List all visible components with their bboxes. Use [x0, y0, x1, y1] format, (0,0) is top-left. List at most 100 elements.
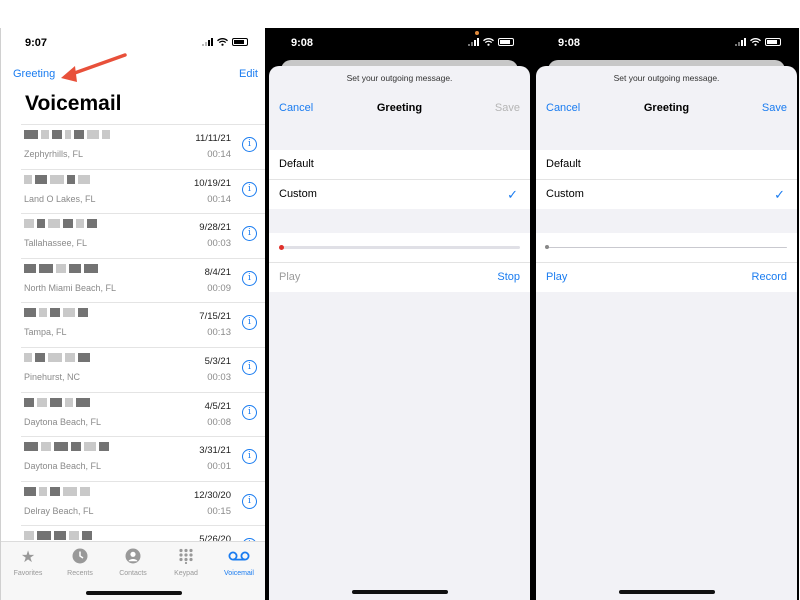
- option-label: Custom: [546, 188, 584, 200]
- option-default[interactable]: Default: [536, 150, 797, 179]
- voicemail-date: 3/31/21: [199, 445, 231, 457]
- edit-button[interactable]: Edit: [239, 68, 258, 80]
- redacted-caller: [24, 352, 124, 362]
- info-icon[interactable]: i: [242, 270, 257, 286]
- status-time: 9:07: [25, 37, 48, 49]
- wifi-icon: [217, 38, 228, 46]
- greeting-sheet: Set your outgoing message. Greeting Canc…: [269, 66, 530, 600]
- playback-scrubber[interactable]: [536, 233, 797, 262]
- voicemail-row[interactable]: Tampa, FL 7/15/21 00:13 i: [21, 302, 266, 347]
- voicemail-list: Zephyrhills, FL 11/11/21 00:14 i Land O …: [1, 124, 266, 570]
- tab-contacts[interactable]: Contacts: [108, 548, 158, 577]
- cancel-button[interactable]: Cancel: [546, 102, 580, 114]
- recording-indicator: [279, 245, 284, 250]
- redacted-caller: [24, 486, 124, 496]
- info-icon[interactable]: i: [242, 359, 257, 375]
- voicemail-row[interactable]: North Miami Beach, FL 8/4/21 00:09 i: [21, 257, 266, 303]
- cellular-signal-icon: [468, 38, 479, 46]
- tab-label: Contacts: [119, 570, 147, 577]
- battery-icon: [232, 38, 248, 46]
- person-icon: [108, 548, 158, 568]
- option-default[interactable]: Default: [269, 150, 530, 179]
- cellular-signal-icon: [202, 38, 213, 46]
- voicemail-location: Tallahassee, FL: [24, 238, 88, 249]
- tab-label: Favorites: [13, 570, 43, 577]
- redacted-caller: [24, 130, 124, 139]
- voicemail-row[interactable]: Daytona Beach, FL 4/5/21 00:08 i: [21, 391, 266, 437]
- play-button[interactable]: Play: [279, 263, 300, 292]
- redacted-caller: [24, 174, 124, 184]
- voicemail-duration: 00:14: [207, 149, 231, 160]
- recording-controls: Play Stop: [269, 233, 530, 292]
- cancel-button[interactable]: Cancel: [279, 102, 313, 114]
- info-icon[interactable]: i: [242, 226, 257, 242]
- tab-favorites[interactable]: ★ Favorites: [3, 548, 53, 577]
- voicemail-row[interactable]: Pinehurst, NC 5/3/21 00:03 i: [21, 346, 266, 392]
- voicemail-date: 7/15/21: [199, 311, 231, 323]
- voicemail-duration: 00:14: [207, 193, 231, 205]
- voicemail-location: North Miami Beach, FL: [24, 282, 117, 293]
- tab-label: Voicemail: [224, 570, 254, 577]
- voicemail-duration: 00:03: [207, 371, 231, 383]
- voicemail-date: 9/28/21: [199, 222, 231, 234]
- voicemail-duration: 00:09: [207, 282, 231, 294]
- battery-icon: [498, 38, 514, 46]
- greeting-options: Default Custom ✓: [269, 150, 530, 209]
- cellular-signal-icon: [735, 38, 746, 46]
- greeting-sheet: Set your outgoing message. Greeting Canc…: [536, 66, 797, 600]
- greeting-button[interactable]: Greeting: [13, 68, 55, 80]
- voicemail-location: Zephyrhills, FL: [24, 149, 84, 159]
- voicemail-duration: 00:13: [207, 327, 231, 339]
- voicemail-location: Land O Lakes, FL: [24, 193, 96, 204]
- save-button[interactable]: Save: [495, 102, 520, 114]
- checkmark-icon: ✓: [774, 187, 785, 202]
- option-custom[interactable]: Custom ✓: [269, 179, 530, 209]
- checkmark-icon: ✓: [507, 187, 518, 202]
- tab-bar: ★ Favorites Recents Contacts Keypad Voic…: [1, 541, 266, 600]
- play-button[interactable]: Play: [546, 263, 567, 292]
- tab-voicemail[interactable]: Voicemail: [214, 548, 264, 577]
- voicemail-screen: 9:07 Greeting Edit Voicemail Zephyrhills…: [0, 28, 266, 600]
- recording-controls: Play Record: [536, 233, 797, 292]
- info-icon[interactable]: i: [242, 315, 257, 331]
- record-button[interactable]: Record: [752, 263, 787, 292]
- stop-button[interactable]: Stop: [497, 263, 520, 292]
- recording-progress[interactable]: [269, 233, 530, 262]
- voicemail-location: Delray Beach, FL: [24, 505, 94, 516]
- info-icon[interactable]: i: [242, 493, 257, 509]
- voicemail-row[interactable]: Tallahassee, FL 9/28/21 00:03 i: [21, 213, 266, 258]
- voicemail-row[interactable]: Daytona Beach, FL 3/31/21 00:01 i: [21, 436, 266, 481]
- home-indicator: [618, 590, 715, 594]
- tab-keypad[interactable]: Keypad: [161, 548, 211, 577]
- voicemail-location: Pinehurst, NC: [24, 371, 81, 382]
- sheet-hint: Set your outgoing message.: [346, 73, 453, 83]
- clock-icon: [55, 548, 105, 568]
- voicemail-duration: 00:15: [207, 505, 231, 517]
- info-icon[interactable]: i: [242, 449, 257, 465]
- tab-label: Recents: [67, 570, 93, 577]
- voicemail-duration: 00:01: [207, 461, 231, 473]
- tab-recents[interactable]: Recents: [55, 548, 105, 577]
- option-custom[interactable]: Custom ✓: [536, 179, 797, 209]
- option-label: Custom: [279, 188, 317, 200]
- wifi-icon: [483, 38, 494, 46]
- save-button[interactable]: Save: [762, 102, 787, 114]
- info-icon[interactable]: i: [242, 181, 257, 197]
- info-icon[interactable]: i: [242, 137, 257, 152]
- voicemail-row[interactable]: Land O Lakes, FL 10/19/21 00:14 i: [21, 168, 266, 214]
- option-label: Default: [546, 158, 581, 170]
- redacted-caller: [24, 442, 124, 452]
- info-icon[interactable]: i: [242, 404, 257, 420]
- voicemail-location: Tampa, FL: [24, 327, 67, 338]
- status-bar: 9:08: [267, 28, 532, 58]
- redacted-caller: [24, 308, 124, 318]
- voicemail-date: 11/11/21: [195, 133, 231, 144]
- voicemail-row[interactable]: Zephyrhills, FL 11/11/21 00:14 i: [21, 124, 266, 169]
- status-time: 9:08: [558, 37, 581, 49]
- greeting-recording-screen: 9:08 Set your outgoing message. Greeting…: [267, 28, 532, 600]
- status-bar: 9:08: [534, 28, 799, 58]
- sheet-hint: Set your outgoing message.: [613, 73, 720, 83]
- voicemail-row[interactable]: Delray Beach, FL 12/30/20 00:15 i: [21, 480, 266, 526]
- option-label: Default: [279, 158, 314, 170]
- page-title: Voicemail: [25, 92, 122, 115]
